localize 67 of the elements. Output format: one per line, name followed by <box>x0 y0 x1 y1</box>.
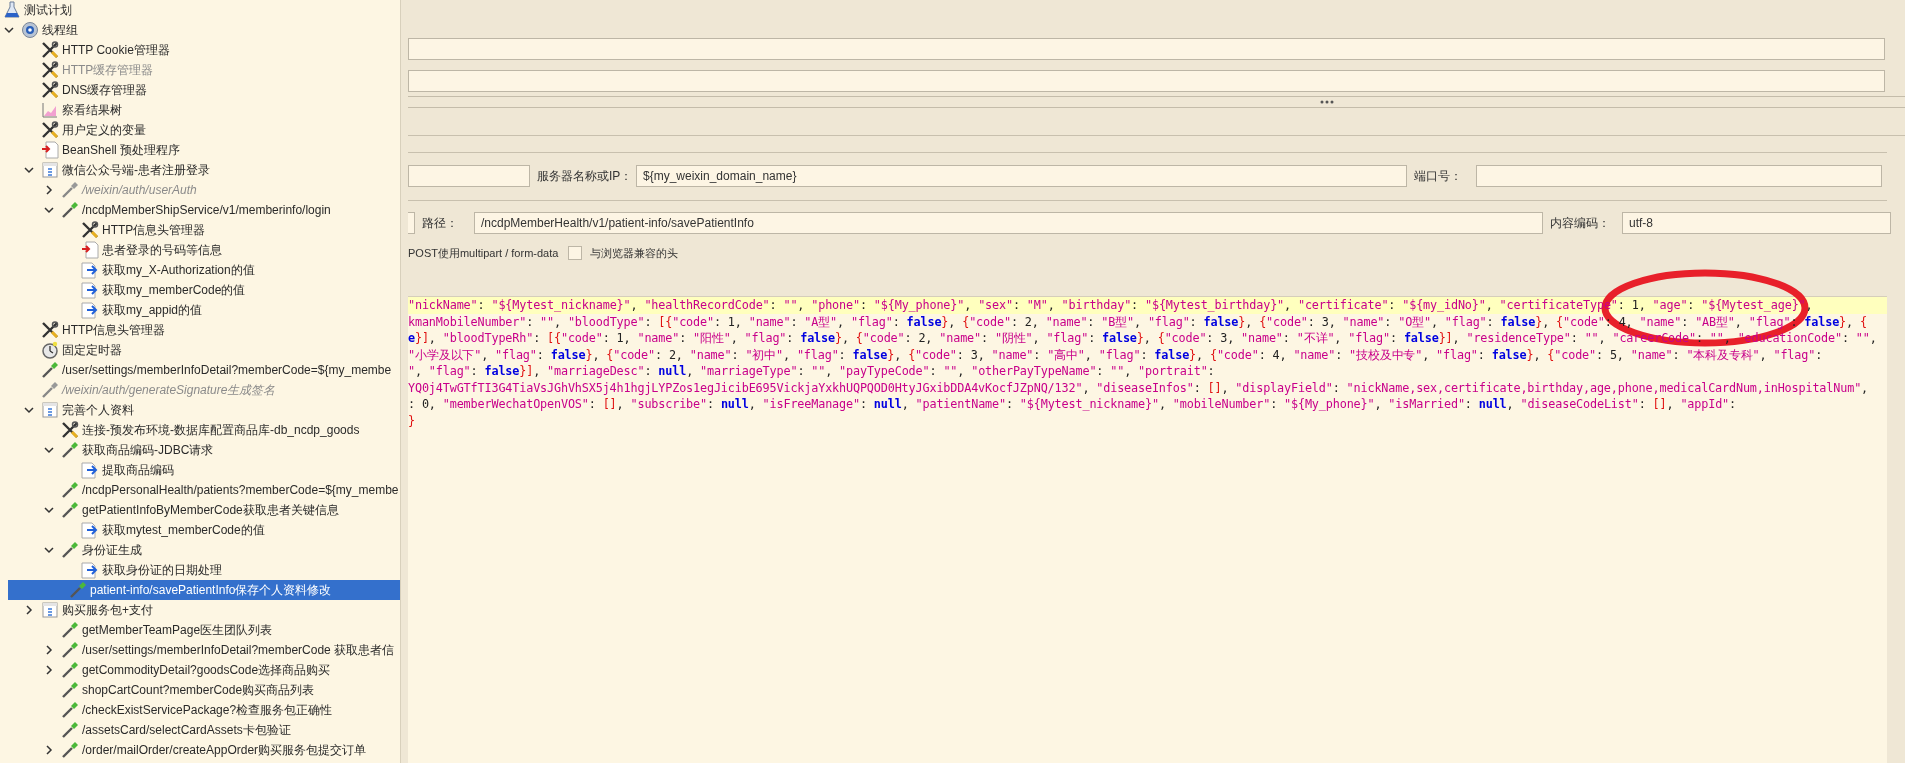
tree-item[interactable]: 固定定时器 <box>0 340 400 360</box>
code-line: YQ0j4TwGTfTI3G4TiaVsJGhVhSX5j4h1hgjLYPZos1egJicibE695VickjaYxkhUQPQOD0HtyJGxibDDA4vKocfJZpNQ/132", "diseaseInfos": [], "displayField": "nickName,sex,certificate,birthday,age,phone,medicalCardNum,inHospitalNum", <box>408 379 1870 396</box>
tree-item[interactable]: /ncdpMemberShipService/v1/memberinfo/login <box>0 200 400 220</box>
tree-item[interactable]: /checkExistServicePackage?检查服务包正确性 <box>0 700 400 720</box>
chevron-right-icon[interactable] <box>44 665 54 675</box>
tree-item[interactable]: 察看结果树 <box>0 100 400 120</box>
tree-item[interactable]: getCommodityDetail?goodsCode选择商品购买 <box>0 660 400 680</box>
code-line: ", "flag": false}], "marriageDesc": null, "marriageType": "", "payTypeCode": "", "otherPayTypeName": "", "portrait": <box>408 363 1216 380</box>
tree-item[interactable]: /user/settings/memberInfoDetail?memberCode 获取患者信 <box>0 640 400 660</box>
tree-item[interactable]: HTTP Cookie管理器 <box>0 40 400 60</box>
chevron-down-icon[interactable] <box>4 25 14 35</box>
input-field[interactable] <box>408 165 530 187</box>
tree-item[interactable]: /user/settings/memberInfoDetail?memberCode=${my_membe <box>0 360 400 380</box>
code-line: } <box>408 412 416 429</box>
tree-item[interactable]: 获取mytest_memberCode的值 <box>0 520 400 540</box>
input-field[interactable] <box>408 70 1885 92</box>
tree-item[interactable]: 获取身份证的日期处理 <box>0 560 400 580</box>
tree-item[interactable]: 获取my_X-Authorization的值 <box>0 260 400 280</box>
chevron-right-icon[interactable] <box>44 645 54 655</box>
tree-item[interactable]: shopCartCount?memberCode购买商品列表 <box>0 680 400 700</box>
input-field[interactable] <box>408 212 415 234</box>
chevron-down-icon[interactable] <box>24 165 34 175</box>
tree-item[interactable]: 用户定义的变量 <box>0 120 400 140</box>
tree-item[interactable]: HTTP信息头管理器 <box>0 320 400 340</box>
code-line: : 0, "memberWechatOpenVOS": [], "subscribe": null, "isFreeManage": null, "patientName": "${Mytest_nickname}", "mobileNumber": "${My_phone}", "isMarried": null, "diseaseCodeList": [], "appId": <box>408 396 1737 413</box>
tree-item[interactable]: 完善个人资料 <box>0 400 400 420</box>
chevron-right-icon[interactable] <box>24 605 34 615</box>
field-label: 端口号： <box>1414 167 1463 185</box>
option-label: POST使用multipart / form-data <box>408 245 559 261</box>
code-line: kmanMobileNumber": "", "bloodType": [{"code": 1, "name": "A型", "flag": false}, {"code": 2, "name": "B型", "flag": false}, {"code": 3, "name": "O型", "flag": false}, {"code": 4, "name": "AB型", "flag": false}, { <box>408 313 1868 330</box>
encoding-field[interactable]: utf-8 <box>1622 212 1891 234</box>
port-field[interactable] <box>1476 165 1882 187</box>
field-label: 内容编码： <box>1550 214 1611 232</box>
tree-item[interactable]: /ncdpPersonalHealth/patients?memberCode=${my_membe <box>0 480 400 500</box>
code-line: "小学及以下", "flag": false}, {"code": 2, "name": "初中", "flag": false}, {"code": 3, "name": "高中", "flag": false}, {"code": 4, "name": "技校及中专", "flag": false}, {"code": 5, "name": "本科及专科", "flag": <box>408 346 1824 363</box>
server-field[interactable]: ${my_weixin_domain_name} <box>636 165 1407 187</box>
tree-item[interactable]: 微信公众号端-患者注册登录 <box>0 160 400 180</box>
chevron-down-icon[interactable] <box>44 205 54 215</box>
chevron-down-icon[interactable] <box>44 445 54 455</box>
chevron-down-icon[interactable] <box>24 405 34 415</box>
tree-item[interactable]: /assetsCard/selectCardAssets卡包验证 <box>0 720 400 740</box>
chevron-right-icon[interactable] <box>44 745 54 755</box>
tree-item[interactable]: 提取商品编码 <box>0 460 400 480</box>
chevron-down-icon[interactable] <box>44 505 54 515</box>
input-field[interactable] <box>408 38 1885 60</box>
tree-item[interactable]: 获取my_appid的值 <box>0 300 400 320</box>
tree-item[interactable]: patient-info/savePatientInfo保存个人资料修改 <box>8 580 400 600</box>
tree-item[interactable]: 线程组 <box>0 20 400 40</box>
chevron-down-icon[interactable] <box>44 545 54 555</box>
tree-item[interactable]: /order/mailOrder/createAppOrder购买服务包提交订单 <box>0 740 400 760</box>
tree-item[interactable]: 患者登录的号码等信息 <box>0 240 400 260</box>
tree-item[interactable]: 获取商品编码-JDBC请求 <box>0 440 400 460</box>
tree-item[interactable]: 身份证生成 <box>0 540 400 560</box>
tree-item[interactable]: HTTP信息头管理器 <box>0 220 400 240</box>
tree-item[interactable]: getPatientInfoByMemberCode获取患者关键信息 <box>0 500 400 520</box>
tree-item[interactable]: DNS缓存管理器 <box>0 80 400 100</box>
checkbox[interactable]: 与浏览器兼容的头 <box>568 245 679 261</box>
tree-item[interactable]: 测试计划 <box>0 0 400 20</box>
field-label: 路径： <box>422 214 459 232</box>
tree-item[interactable]: 购买服务包+支付 <box>0 600 400 620</box>
tree-item[interactable]: BeanShell 预处理程序 <box>0 140 400 160</box>
tree-item[interactable]: getMemberTeamPage医生团队列表 <box>0 620 400 640</box>
tree-item[interactable]: 连接-预发布环境-数据库配置商品库-db_ncdp_goods <box>0 420 400 440</box>
tree-item[interactable]: 获取my_memberCode的值 <box>0 280 400 300</box>
splitter-handle[interactable] <box>1319 100 1334 104</box>
path-field[interactable]: /ncdpMemberHealth/v1/patient-info/savePatientInfo <box>474 212 1543 234</box>
field-label: 服务器名称或IP： <box>537 167 629 185</box>
